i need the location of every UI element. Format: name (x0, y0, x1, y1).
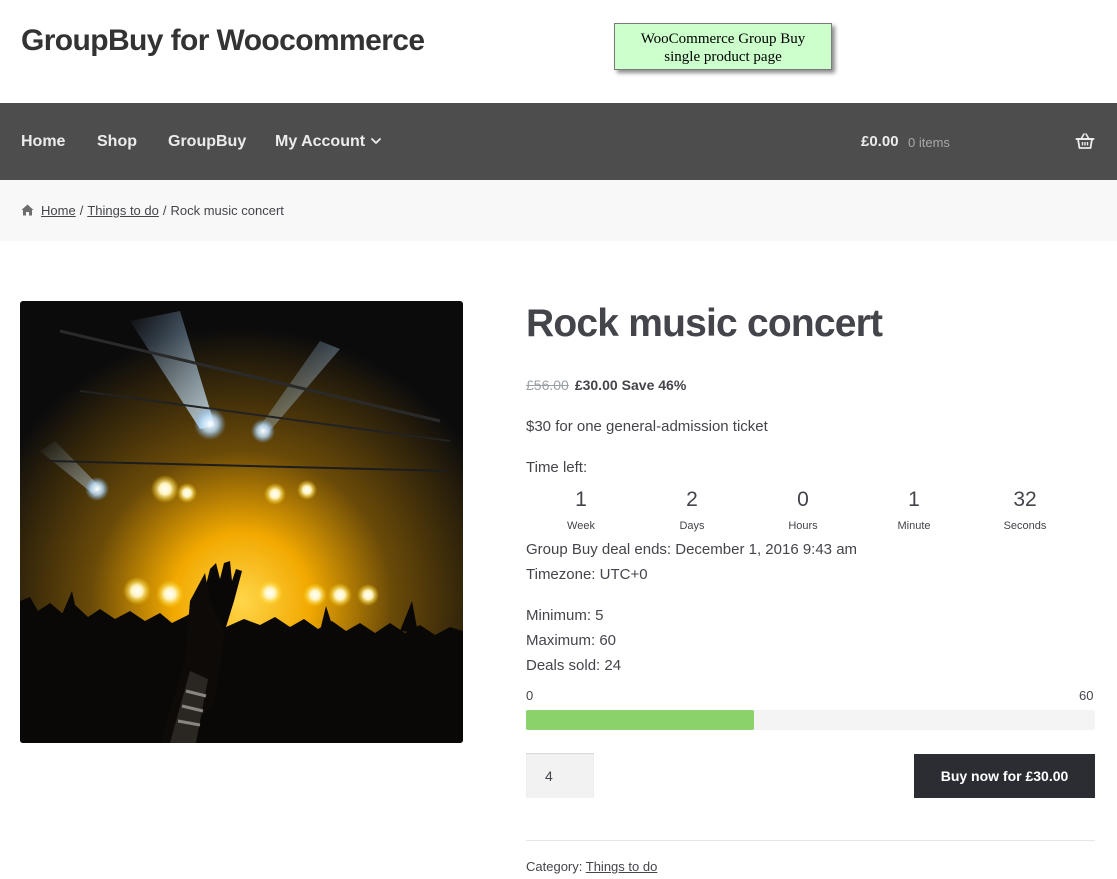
basket-icon[interactable] (1075, 131, 1095, 151)
progress-fill (526, 710, 754, 730)
regular-price: £56.00 (526, 377, 569, 393)
nav-item-groupbuy[interactable]: GroupBuy (168, 133, 246, 151)
countdown-minutes: 1 Minute (859, 487, 969, 532)
home-icon (21, 204, 34, 216)
divider (526, 840, 1095, 841)
minimum-deals: Minimum: 5 (526, 607, 604, 624)
countdown-hours: 0 Hours (748, 487, 858, 532)
breadcrumb-bar: Home / Things to do / Rock music concert (0, 180, 1117, 241)
countdown-label: Minute (897, 520, 931, 532)
concert-photo (20, 301, 463, 743)
product-image[interactable] (20, 301, 463, 743)
cart-amount[interactable]: £0.00 (861, 133, 899, 150)
quantity-input[interactable] (526, 753, 594, 798)
countdown-label: Days (679, 520, 705, 532)
primary-navigation: Home Shop GroupBuy My Account £0.00 0 it… (0, 103, 1117, 180)
deals-progress-bar (526, 710, 1095, 730)
category-link[interactable]: Things to do (586, 859, 658, 874)
countdown-value: 0 (797, 488, 809, 511)
annotation-line-2: single product page (664, 49, 782, 65)
countdown-days: 2 Days (637, 487, 747, 532)
breadcrumb: Home / Things to do / Rock music concert (21, 203, 284, 218)
breadcrumb-separator: / (162, 203, 167, 218)
annotation-line-1: WooCommerce Group Buy (640, 31, 806, 47)
nav-item-home[interactable]: Home (21, 133, 65, 151)
breadcrumb-home-link[interactable]: Home (41, 203, 76, 218)
product-title: Rock music concert (526, 302, 883, 345)
cart-count[interactable]: 0 items (908, 135, 950, 150)
annotation-note: WooCommerce Group Buy single product pag… (614, 23, 832, 70)
save-percentage: Save 46% (621, 377, 687, 393)
countdown-timer: 1 Week 2 Days 0 Hours 1 Minute 32 Second… (526, 487, 1080, 537)
sale-price: £30.00 (574, 377, 618, 393)
breadcrumb-current: Rock music concert (170, 203, 284, 218)
breadcrumb-category-link[interactable]: Things to do (87, 203, 159, 218)
category-label: Category: (526, 859, 583, 874)
breadcrumb-separator: / (79, 203, 84, 218)
nav-item-shop[interactable]: Shop (97, 133, 137, 151)
countdown-seconds: 32 Seconds (970, 487, 1080, 532)
countdown-label: Week (567, 520, 595, 532)
maximum-deals: Maximum: 60 (526, 632, 617, 649)
countdown-weeks: 1 Week (526, 487, 636, 532)
countdown-label: Hours (788, 520, 818, 532)
deal-end-date: Group Buy deal ends: December 1, 2016 9:… (526, 541, 858, 558)
countdown-value: 32 (1013, 488, 1037, 511)
site-header: GroupBuy for Woocommerce WooCommerce Gro… (0, 0, 1117, 103)
price-line: £56.00 £30.00 Save 46% (526, 377, 686, 393)
timezone: Timezone: UTC+0 (526, 566, 648, 583)
product-category: Category: Things to do (526, 859, 657, 874)
short-description: $30 for one general-admission ticket (526, 418, 768, 435)
deals-sold: Deals sold: 24 (526, 657, 622, 674)
site-title[interactable]: GroupBuy for Woocommerce (21, 24, 425, 58)
countdown-value: 1 (908, 488, 920, 511)
progress-max-label: 60 (1079, 688, 1094, 703)
progress-min-label: 0 (526, 688, 534, 703)
buy-now-button[interactable]: Buy now for £30.00 (914, 754, 1095, 798)
countdown-value: 1 (575, 488, 587, 511)
nav-item-my-account[interactable]: My Account (275, 133, 365, 151)
countdown-label: Seconds (1003, 520, 1047, 532)
time-left-label: Time left: (526, 459, 588, 476)
chevron-down-icon[interactable] (369, 134, 383, 148)
countdown-value: 2 (686, 488, 698, 511)
